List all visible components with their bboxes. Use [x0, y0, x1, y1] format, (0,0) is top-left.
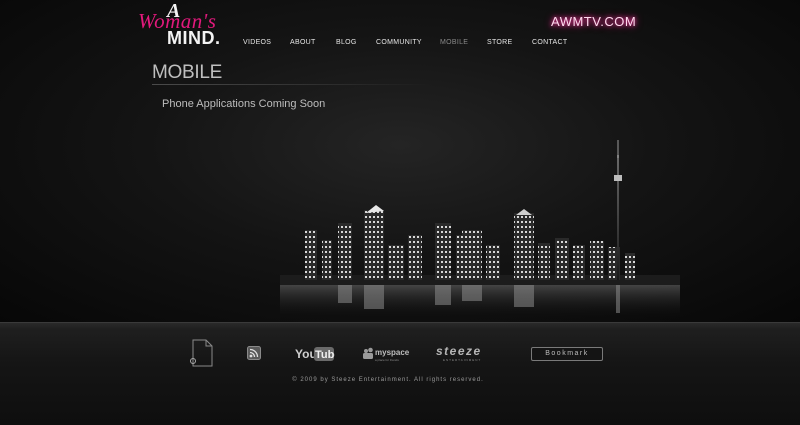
- title-divider: [152, 84, 432, 85]
- myspace-tagline: a place for friends: [375, 358, 399, 362]
- rss-icon[interactable]: [247, 346, 261, 360]
- steeze-subtext: ENTERTAINMENT: [443, 358, 481, 362]
- youtube-logo[interactable]: You Tube: [295, 346, 335, 362]
- document-icon[interactable]: [190, 339, 214, 367]
- nav-blog[interactable]: BLOG: [336, 39, 357, 46]
- city-skyline-image: [280, 140, 680, 322]
- copyright-text: © 2009 by Steeze Entertainment. All righ…: [292, 377, 484, 383]
- steeze-logo[interactable]: steeze ENTERTAINMENT: [435, 344, 497, 362]
- site-url[interactable]: AWMTV.COM: [551, 14, 636, 29]
- footer-band: [0, 322, 800, 425]
- youtube-tube-text: Tube: [315, 349, 335, 361]
- nav-community[interactable]: COMMUNITY: [376, 39, 422, 46]
- nav-videos[interactable]: VIDEOS: [243, 39, 271, 46]
- nav-mobile[interactable]: MOBILE: [440, 39, 468, 46]
- myspace-logo[interactable]: myspace a place for friends: [362, 345, 410, 363]
- steeze-text: steeze: [436, 344, 482, 358]
- nav-store[interactable]: STORE: [487, 39, 513, 46]
- nav-about[interactable]: ABOUT: [290, 39, 316, 46]
- youtube-you-text: You: [295, 347, 317, 361]
- logo-mind: MIND.: [167, 28, 221, 48]
- bookmark-button[interactable]: Bookmark: [531, 347, 603, 361]
- page-title: MOBILE: [152, 62, 222, 83]
- nav-contact[interactable]: CONTACT: [532, 39, 567, 46]
- page-content-text: Phone Applications Coming Soon: [162, 98, 326, 110]
- site-logo[interactable]: A Woman's MIND.: [136, 0, 238, 48]
- myspace-text: myspace: [375, 348, 410, 357]
